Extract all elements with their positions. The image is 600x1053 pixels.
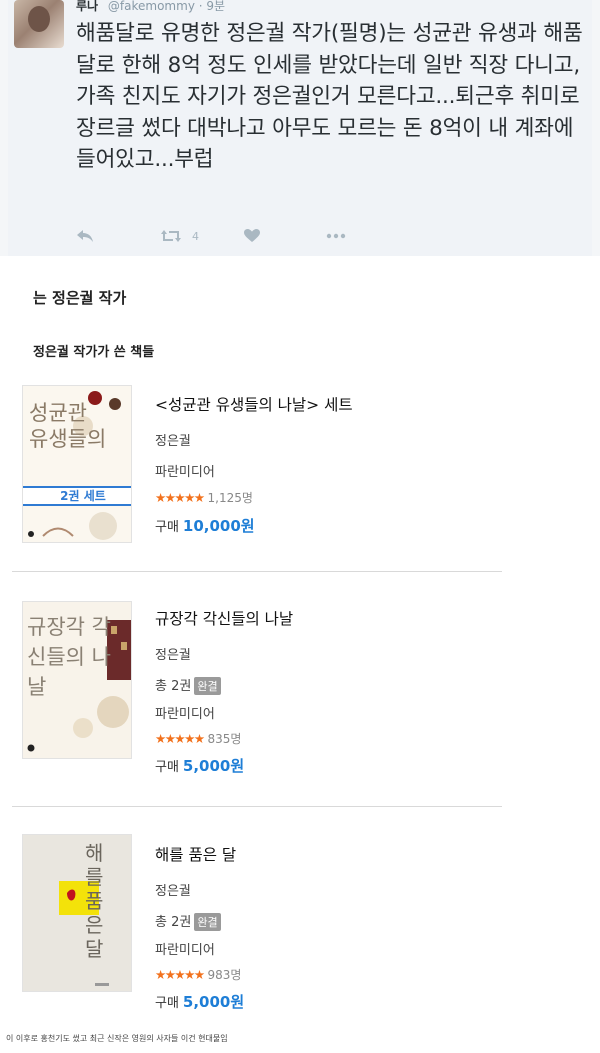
tweet-actions: 4 [76, 226, 376, 246]
book-rating: ★★★★★ 835명 [155, 730, 293, 747]
star-rating-icon: ★★★★★ [155, 967, 205, 982]
books-heading: 정은궐 작가가 쓴 책들 [33, 345, 155, 360]
volume-count: 총 2권 [155, 915, 192, 930]
cover-title: 성균관 유생들의 [29, 401, 107, 451]
reply-icon [77, 230, 93, 242]
author-heading: 는 정은궐 작가 [33, 289, 127, 307]
divider [12, 571, 502, 572]
book-cover[interactable]: 성균관 유생들의 2권 세트 [22, 385, 132, 543]
book-cover[interactable]: 규장각 각신들의 나날 [22, 601, 132, 759]
cover-title: 규장각 각신들의 나날 [27, 615, 111, 699]
status-badge: 완결 [194, 913, 221, 931]
book-title[interactable]: <성균관 유생들의 나날> 세트 [155, 393, 353, 415]
book-cover[interactable]: 해를 품은 달 [22, 834, 132, 992]
price-amount: 5,000원 [182, 757, 245, 775]
book-volumes: 총 2권 완결 [155, 911, 244, 931]
book-info: <성균관 유생들의 나날> 세트 정은궐 파란미디어 ★★★★★ 1,125명 … [155, 393, 353, 536]
cover-art [23, 835, 131, 991]
book-rating: ★★★★★ 1,125명 [155, 489, 353, 506]
set-badge: 2권 세트 [23, 486, 131, 506]
reply-button[interactable] [76, 226, 94, 246]
book-author[interactable]: 정은궐 [155, 644, 293, 663]
volume-count: 총 2권 [155, 679, 192, 694]
star-rating-icon: ★★★★★ [155, 731, 205, 746]
avatar[interactable] [14, 0, 64, 48]
tweet-card: 루나 @fakemommy · 9분 해품달로 유명한 정은궐 작가(필명)는 … [0, 0, 600, 256]
more-icon [326, 233, 346, 239]
more-button[interactable] [326, 226, 346, 246]
star-rating-icon: ★★★★★ [155, 490, 205, 505]
tweet-header: 루나 @fakemommy · 9분 [76, 0, 225, 14]
book-info: 규장각 각신들의 나날 정은궐 총 2권 완결 파란미디어 ★★★★★ 835명 … [155, 607, 293, 776]
book-title[interactable]: 규장각 각신들의 나날 [155, 607, 293, 629]
price-label: 구매 [155, 520, 179, 535]
price-label: 구매 [155, 996, 179, 1011]
cover-title: 해를 품은 달 [85, 841, 104, 961]
book-rating: ★★★★★ 983명 [155, 966, 244, 983]
retweet-count: 4 [192, 229, 199, 243]
book-publisher[interactable]: 파란미디어 [155, 939, 244, 958]
book-publisher[interactable]: 파란미디어 [155, 461, 353, 480]
heart-icon [244, 229, 260, 242]
retweet-icon [161, 230, 181, 242]
price-amount: 5,000원 [182, 993, 245, 1011]
status-badge: 완결 [194, 677, 221, 695]
book-author[interactable]: 정은궐 [155, 430, 353, 449]
book-info: 해를 품은 달 정은궐 총 2권 완결 파란미디어 ★★★★★ 983명 구매 5,… [155, 843, 244, 1012]
rating-count: 1,125명 [207, 491, 253, 505]
book-title[interactable]: 해를 품은 달 [155, 843, 244, 865]
book-price[interactable]: 구매 10,000원 [155, 515, 353, 536]
book-volumes: 총 2권 완결 [155, 675, 293, 695]
price-label: 구매 [155, 760, 179, 775]
tweet-time[interactable]: · 9분 [199, 0, 225, 13]
footnote: 이 이후로 홍천기도 썼고 최근 신작은 영원의 사자들 이건 현대물임 [6, 1034, 228, 1043]
rating-count: 983명 [207, 968, 242, 982]
retweet-button[interactable]: 4 [160, 226, 199, 246]
tweet-author-name[interactable]: 루나 [76, 0, 98, 13]
book-publisher[interactable]: 파란미디어 [155, 703, 293, 722]
divider [12, 806, 502, 807]
rating-count: 835명 [207, 732, 242, 746]
price-amount: 10,000원 [182, 517, 255, 535]
book-price[interactable]: 구매 5,000원 [155, 755, 293, 776]
like-button[interactable] [244, 226, 260, 246]
tweet-text: 해품달로 유명한 정은궐 작가(필명)는 성균관 유생과 해품달로 한해 8억 … [76, 21, 583, 172]
book-price[interactable]: 구매 5,000원 [155, 991, 244, 1012]
tweet-author-handle[interactable]: @fakemommy [108, 0, 195, 13]
book-author[interactable]: 정은궐 [155, 880, 244, 899]
